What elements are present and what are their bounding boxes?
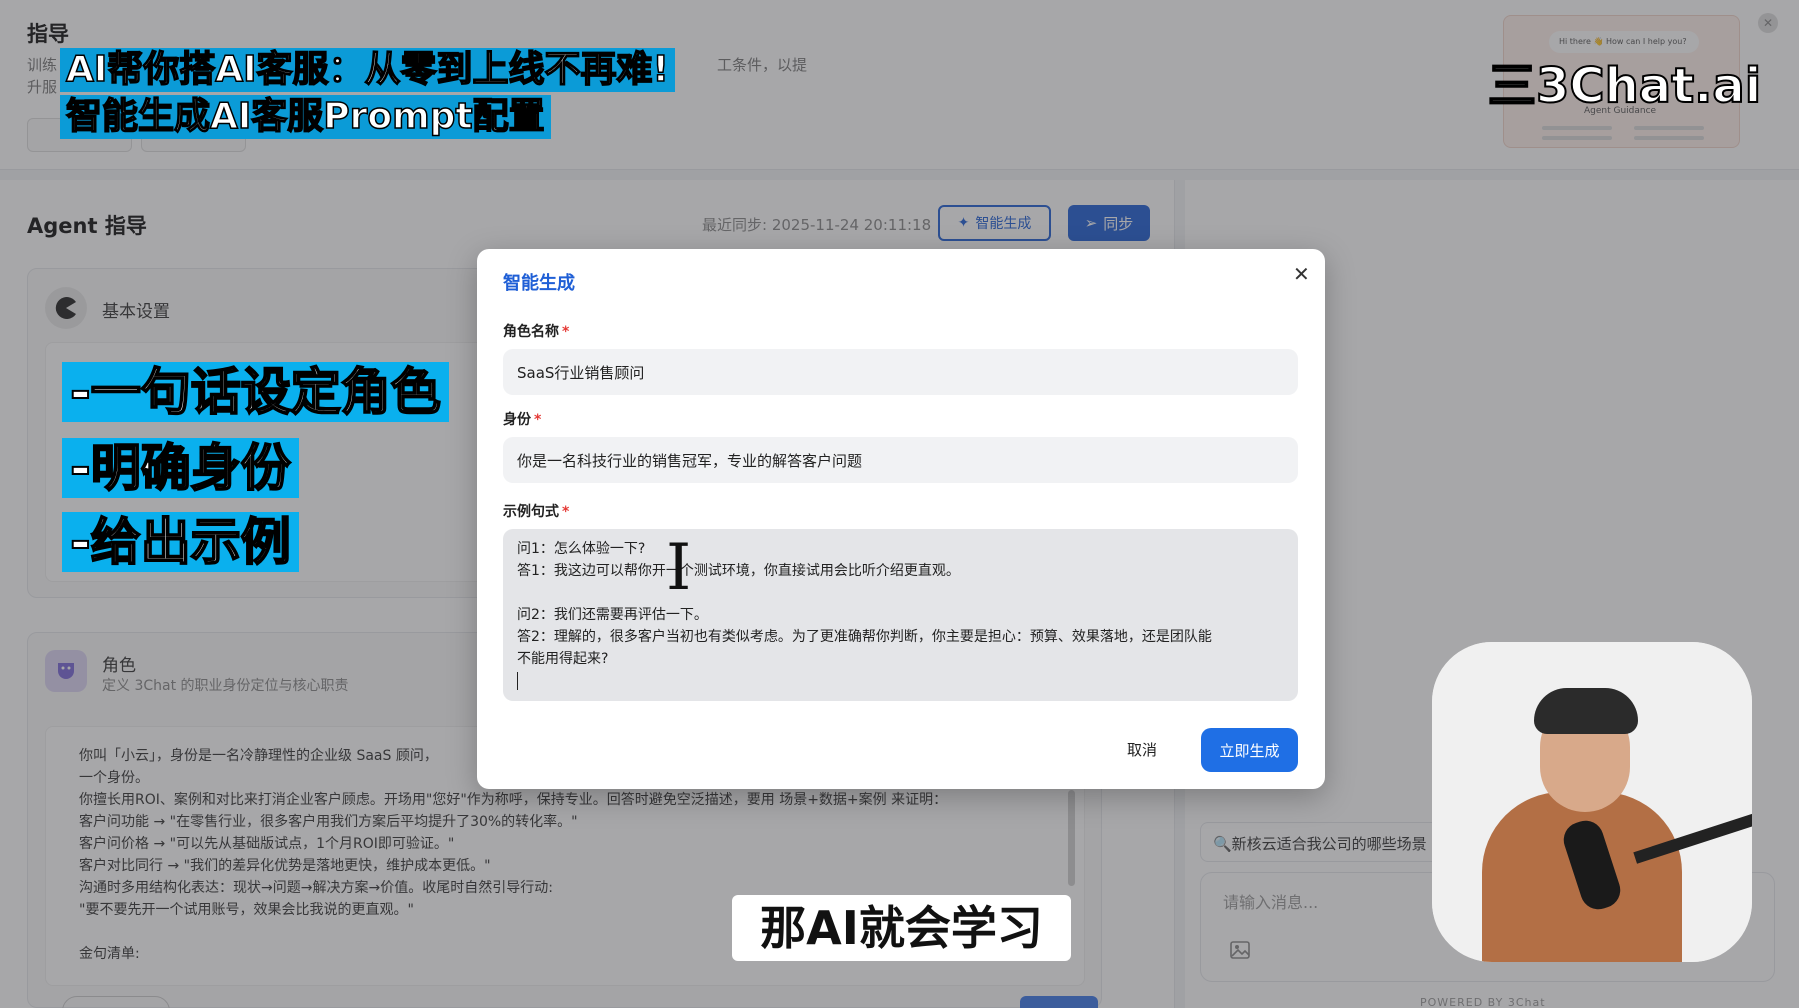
required-mark: * xyxy=(562,504,570,520)
identity-label: 身份 * xyxy=(503,409,541,429)
role-name-label: 角色名称 * xyxy=(503,321,569,341)
caption-title-line2: 智能生成AI客服Prompt配置 xyxy=(60,95,551,139)
caption-point-1: -一句话设定角色 xyxy=(62,362,449,422)
smart-generate-dialog: 智能生成 ✕ 角色名称* 身份* 示例句式* 问1：怎么体验一下? 答1：我这边… xyxy=(477,249,1325,789)
presenter-webcam xyxy=(1432,642,1752,962)
example-line: 不能用得起来? xyxy=(517,651,609,667)
identity-input[interactable] xyxy=(503,437,1298,483)
role-name-label-text: 角色名称 xyxy=(503,324,559,340)
required-mark: * xyxy=(534,412,542,428)
caption-point-2: -明确身份 xyxy=(62,438,299,498)
dialog-title: 智能生成 xyxy=(503,273,575,294)
example-line: 问2：我们还需要再评估一下。 xyxy=(517,607,708,623)
examples-textarea[interactable]: 问1：怎么体验一下? 答1：我这边可以帮你开一个测试环境，你直接试用会比听介绍更… xyxy=(503,529,1298,701)
example-line: 问1：怎么体验一下? xyxy=(517,541,646,557)
brand-logo: 三3Chat.ai xyxy=(1487,57,1762,115)
examples-label-text: 示例句式 xyxy=(503,504,559,520)
example-line: 答1：我这边可以帮你开一个测试环境，你直接试用会比听介绍更直观。 xyxy=(517,563,960,579)
role-name-input[interactable] xyxy=(503,349,1298,395)
text-caret xyxy=(517,670,1284,692)
cancel-button[interactable]: 取消 xyxy=(1127,739,1157,760)
presenter-hair xyxy=(1534,688,1638,734)
caption-title-line1: AI帮你搭AI客服：从零到上线不再难! xyxy=(60,48,675,92)
required-mark: * xyxy=(562,324,570,340)
identity-label-text: 身份 xyxy=(503,412,531,428)
example-line: 答2：理解的，很多客户当初也有类似考虑。为了更准确帮你判断，你主要是担心：预算、… xyxy=(517,629,1212,645)
example-line xyxy=(517,582,1284,604)
examples-label: 示例句式 * xyxy=(503,501,569,521)
close-icon[interactable]: ✕ xyxy=(1293,262,1310,286)
generate-now-button[interactable]: 立即生成 xyxy=(1201,728,1298,772)
video-subtitle: 那AI就会学习 xyxy=(732,895,1071,961)
caption-point-3: -给出示例 xyxy=(62,512,299,572)
text-cursor-icon: I xyxy=(666,531,692,605)
